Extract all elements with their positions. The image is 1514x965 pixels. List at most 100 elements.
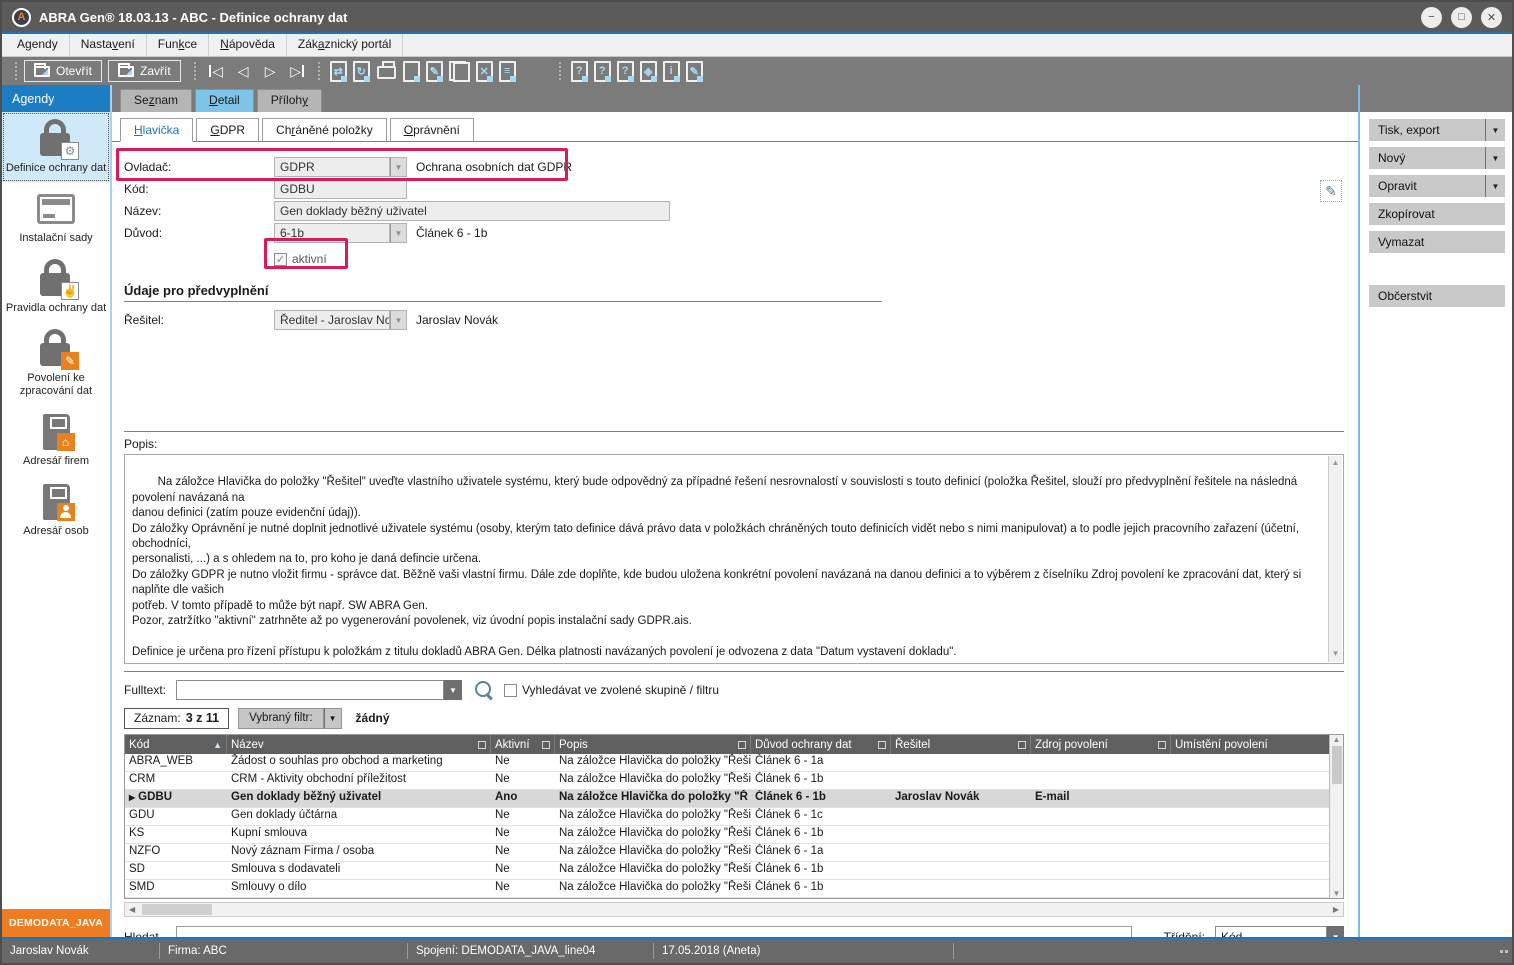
column-options-icon[interactable] (478, 741, 486, 749)
column-header-um-st-n-povolen[interactable]: Umístění povolení (1171, 735, 1335, 754)
maximize-button[interactable]: □ (1451, 7, 1472, 28)
sidebar-item-definice-ochrany-dat[interactable]: ⚙Definice ochrany dat (2, 112, 110, 182)
menu-item-agendy[interactable]: Agendy (6, 34, 70, 56)
table-row[interactable]: ▶GDBUGen doklady běžný uživatelAnoNa zál… (125, 790, 1329, 808)
scroll-down-icon[interactable]: ▼ (1332, 649, 1340, 660)
table-row[interactable]: SMDSmlouvy o díloNeNa záložce Hlavička d… (125, 880, 1329, 898)
chevron-down-icon[interactable]: ▼ (1327, 926, 1344, 937)
next-record-icon[interactable]: ▷ (257, 60, 284, 82)
print-icon[interactable] (377, 66, 396, 79)
blank-page-icon[interactable] (403, 61, 420, 82)
scroll-up-icon[interactable]: ▲ (1333, 735, 1341, 744)
resitel-dropdown[interactable]: Ředitel - Jaroslav Nová ▼ (274, 310, 407, 330)
table-row[interactable]: GDUGen doklady účtárnaNeNa záložce Hlavi… (125, 808, 1329, 826)
duvod-dropdown[interactable]: 6-1b ▼ (274, 223, 407, 243)
popis-textarea[interactable]: Na záložce Hlavička do položky "Řešitel"… (124, 454, 1344, 664)
selected-filter-button[interactable]: Vybraný filtr: (238, 708, 323, 729)
nazev-field[interactable]: Gen doklady běžný uživatel (274, 201, 670, 221)
sidebar-item-povolen-ke-zpracov-n-dat[interactable]: ✎Povolení ke zpracování dat (2, 322, 110, 405)
table-row[interactable]: ABRA_WEBŽádost o souhlas pro obchod a ma… (125, 754, 1329, 772)
chevron-down-icon[interactable]: ▼ (1485, 175, 1505, 197)
table-hscrollbar[interactable]: ◀ ▶ (124, 902, 1344, 917)
scroll-left-icon[interactable]: ◀ (125, 905, 139, 914)
column-options-icon[interactable] (878, 741, 886, 749)
tab-p-lohy[interactable]: Přílohy (257, 89, 322, 112)
sidebar-item-instala-n-sady[interactable]: Instalační sady (2, 182, 110, 252)
resize-grip[interactable] (1500, 950, 1508, 953)
column-header-zdroj-povolen[interactable]: Zdroj povolení (1031, 735, 1171, 754)
sidebar-item-adres-firem[interactable]: ⌂Adresář firem (2, 405, 110, 475)
copy-record-icon[interactable] (449, 61, 470, 82)
popis-scrollbar[interactable]: ▲ ▼ (1328, 456, 1342, 662)
minimize-button[interactable]: − (1421, 7, 1442, 28)
previous-record-icon[interactable]: ◁ (230, 60, 257, 82)
toolbar-drag-handle[interactable] (318, 62, 320, 80)
toolbar-drag-handle[interactable] (15, 62, 17, 80)
checklist-icon[interactable]: ≡ (499, 61, 516, 82)
kod-field[interactable]: GDBU (274, 179, 407, 199)
notes-icon[interactable]: ✎ (686, 61, 703, 82)
context-help-icon[interactable]: ? (594, 61, 611, 82)
edit-pencil-icon[interactable]: ✎ (1320, 180, 1342, 202)
open-button[interactable]: Otevřít (24, 60, 102, 82)
ob-erstvit-button[interactable]: Občerstvit (1369, 285, 1505, 307)
column-header-k-d[interactable]: Kód▲ (125, 735, 227, 754)
column-header-n-zev[interactable]: Název (227, 735, 491, 754)
chevron-down-icon[interactable]: ▼ (1485, 119, 1505, 141)
table-row[interactable]: KSKupní smlouvaNeNa záložce Hlavička do … (125, 826, 1329, 844)
search-icon[interactable] (474, 680, 494, 700)
aktivni-checkbox[interactable]: ✓ (274, 253, 287, 266)
help-pages-icon[interactable]: ? (617, 61, 634, 82)
ovladac-dropdown[interactable]: GDPR ▼ (274, 157, 407, 177)
fulltext-input[interactable] (176, 680, 444, 700)
help-icon[interactable]: ? (571, 61, 588, 82)
table-scrollbar[interactable]: ▲ ▼ (1329, 735, 1343, 898)
table-row[interactable]: NZFONový záznam Firma / osobaNeNa záložc… (125, 844, 1329, 862)
column-header-popis[interactable]: Popis (555, 735, 751, 754)
table-row[interactable]: SDSmlouva s dodavateliNeNa záložce Hlavi… (125, 862, 1329, 880)
hledat-input[interactable] (176, 926, 1132, 937)
opravit-button[interactable]: Opravit▼ (1369, 175, 1505, 197)
column-options-icon[interactable] (1158, 741, 1166, 749)
first-record-icon[interactable]: ◁ (203, 60, 230, 82)
scroll-up-icon[interactable]: ▲ (1332, 458, 1340, 469)
subtab-gdpr[interactable]: GDPR (196, 118, 259, 142)
tisk-export-button[interactable]: Tisk, export▼ (1369, 119, 1505, 141)
chevron-down-icon[interactable]: ▼ (324, 708, 342, 729)
nov-button[interactable]: Nový▼ (1369, 147, 1505, 169)
column-options-icon[interactable] (738, 741, 746, 749)
close-button[interactable]: Zavřít (108, 60, 181, 82)
column-header-e-itel[interactable]: Řešitel (891, 735, 1031, 754)
related-docs-icon[interactable]: ◈ (640, 61, 657, 82)
menu-item-nastaven[interactable]: Nastavení (70, 34, 147, 56)
scroll-right-icon[interactable]: ▶ (1329, 905, 1343, 914)
column-header-d-vod-ochrany-dat[interactable]: Důvod ochrany dat (751, 735, 891, 754)
column-options-icon[interactable] (542, 741, 550, 749)
group-filter-checkbox[interactable] (504, 684, 517, 697)
toolbar-drag-handle[interactable] (559, 62, 561, 80)
chevron-down-icon[interactable]: ▼ (390, 310, 407, 330)
menu-item-z-kaznick-port-l[interactable]: Zákaznický portál (287, 34, 403, 56)
table-row[interactable]: CRMCRM - Aktivity obchodní příležitostNe… (125, 772, 1329, 790)
subtab-opr-vn-n[interactable]: Oprávnění (390, 118, 474, 142)
zkop-rovat-button[interactable]: Zkopírovat (1369, 203, 1505, 225)
menu-item-n-pov-da[interactable]: Nápověda (209, 34, 287, 56)
scrollbar-thumb[interactable] (142, 904, 212, 915)
chevron-down-icon[interactable]: ▼ (1485, 147, 1505, 169)
last-record-icon[interactable]: ▷ (284, 60, 311, 82)
edit-record-icon[interactable]: ✎ (426, 61, 443, 82)
column-header-aktivn[interactable]: Aktivní (491, 735, 555, 754)
scroll-down-icon[interactable]: ▼ (1333, 889, 1341, 898)
delete-record-icon[interactable]: ✕ (476, 61, 493, 82)
column-options-icon[interactable] (1018, 741, 1026, 749)
vymazat-button[interactable]: Vymazat (1369, 231, 1505, 253)
refresh-record-icon[interactable]: ↻ (353, 61, 370, 82)
toolbar-drag-handle[interactable] (194, 62, 196, 80)
menu-item-funkce[interactable]: Funkce (147, 34, 209, 56)
sidebar-item-pravidla-ochrany-dat[interactable]: ✌Pravidla ochrany dat (2, 252, 110, 322)
sidebar-item-adres-osob[interactable]: Adresář osob (2, 475, 110, 545)
close-button[interactable]: ✕ (1481, 7, 1502, 28)
transfer-record-icon[interactable]: ⇄ (330, 61, 347, 82)
info-icon[interactable]: i (663, 61, 680, 82)
trideni-select[interactable]: Kód (1215, 926, 1327, 937)
